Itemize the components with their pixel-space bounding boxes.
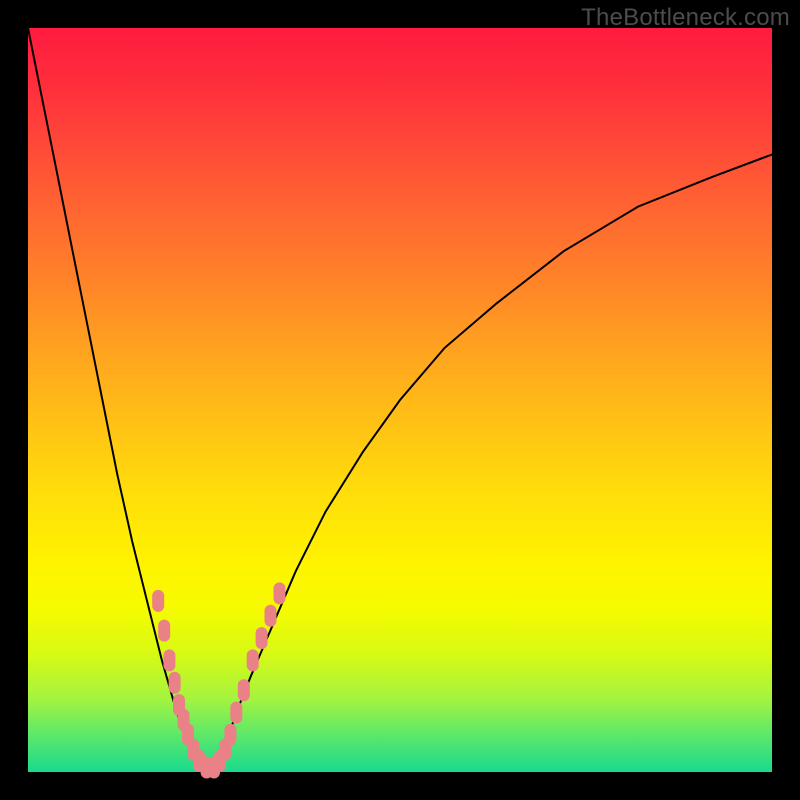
highlight-dots — [152, 582, 285, 778]
dot — [256, 627, 268, 649]
dot — [238, 679, 250, 701]
dot — [169, 672, 181, 694]
dot — [230, 702, 242, 724]
dot — [158, 620, 170, 642]
dot — [247, 649, 259, 671]
dot — [224, 724, 236, 746]
chart-frame: TheBottleneck.com — [0, 0, 800, 800]
curve-left — [28, 28, 207, 772]
dot — [274, 582, 286, 604]
dot — [163, 649, 175, 671]
curve-group — [28, 28, 772, 772]
curve-right — [207, 155, 772, 773]
dot — [265, 605, 277, 627]
chart-svg — [28, 28, 772, 772]
dot — [152, 590, 164, 612]
